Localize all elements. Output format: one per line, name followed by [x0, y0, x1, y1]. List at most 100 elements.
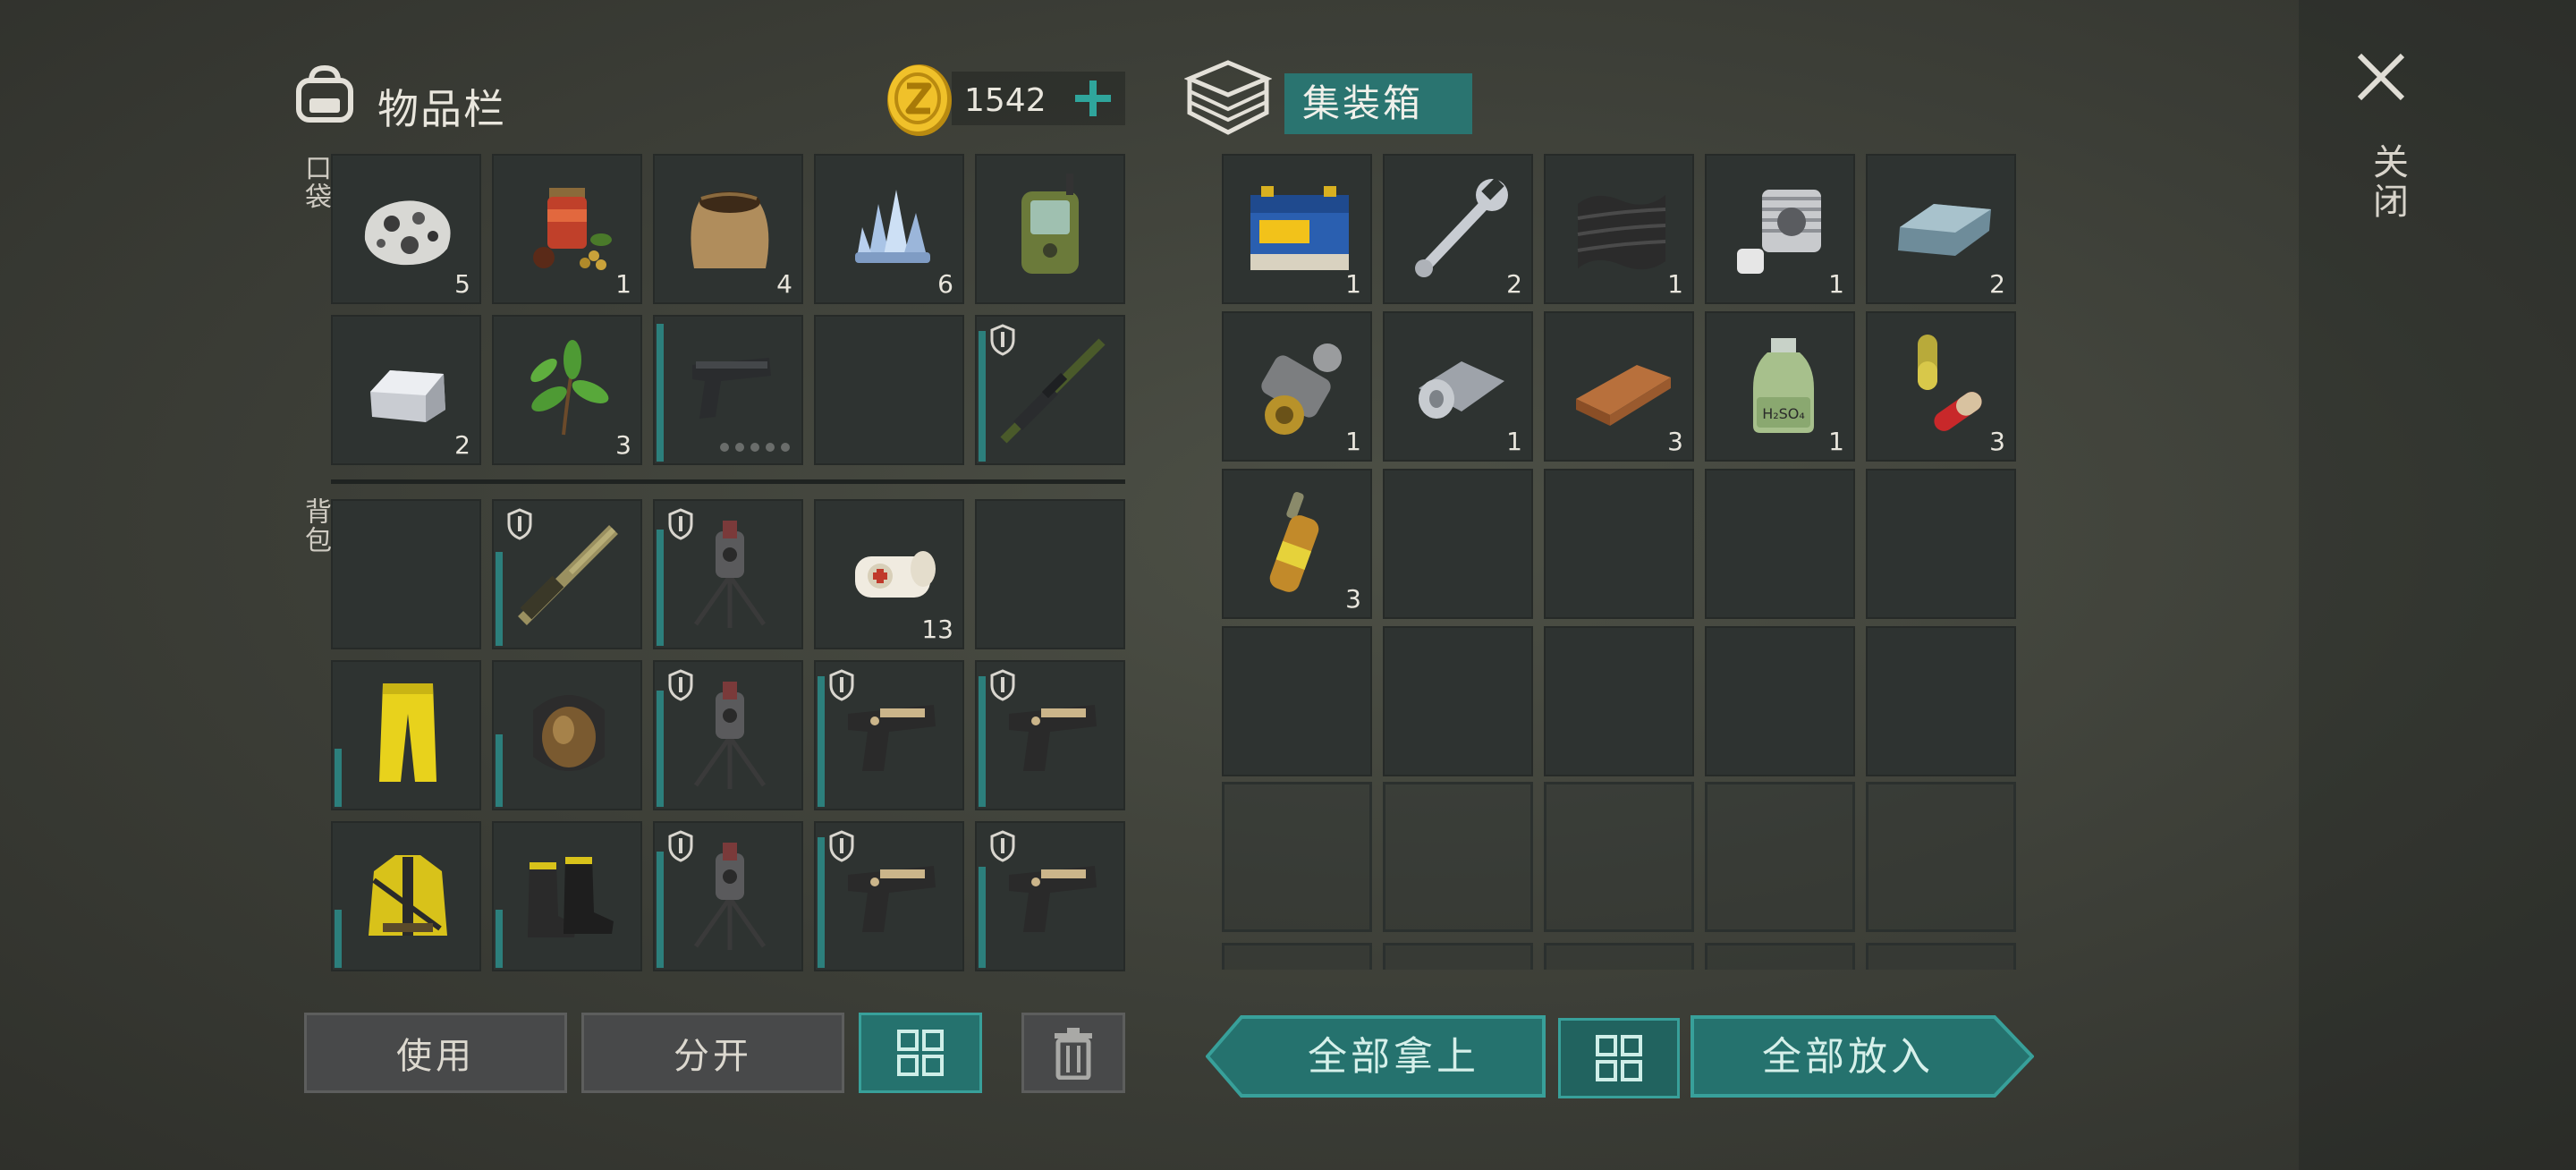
item-slot[interactable]: 1 — [1705, 154, 1855, 304]
shield-icon — [829, 830, 854, 862]
item-count: 1 — [1828, 427, 1844, 456]
locked-slot — [1705, 782, 1855, 932]
item-count: 3 — [1667, 427, 1683, 456]
item-slot[interactable] — [653, 660, 803, 810]
gps-device-icon — [1021, 174, 1079, 274]
item-slot[interactable] — [492, 499, 642, 649]
grid-icon — [897, 1030, 944, 1076]
add-coins-button[interactable] — [1066, 72, 1120, 125]
item-count: 2 — [1506, 269, 1522, 299]
locked-slot — [1383, 782, 1533, 932]
durability-bar — [496, 734, 503, 807]
herb-leaves-icon — [530, 340, 609, 436]
item-slot[interactable] — [814, 660, 964, 810]
item-slot[interactable]: 3 — [1222, 469, 1372, 619]
item-count: 1 — [1828, 269, 1844, 299]
item-slot[interactable] — [492, 821, 642, 971]
delete-button[interactable] — [1021, 1013, 1125, 1093]
item-slot[interactable]: 2 — [331, 315, 481, 465]
durability-bar — [657, 530, 664, 646]
shield-icon — [990, 324, 1015, 356]
empty-slot[interactable] — [1705, 469, 1855, 619]
shield-icon — [507, 508, 532, 540]
item-slot[interactable]: 2 — [1383, 154, 1533, 304]
empty-slot[interactable] — [1866, 469, 2016, 619]
container-title: 集装箱 — [1284, 73, 1472, 134]
empty-slot[interactable] — [1544, 626, 1694, 776]
item-slot[interactable]: 6 — [814, 154, 964, 304]
empty-slot[interactable] — [814, 315, 964, 465]
item-slot[interactable]: 5 — [331, 154, 481, 304]
sort-container-button[interactable] — [1558, 1018, 1680, 1098]
pocket-label: 口袋 — [300, 154, 331, 211]
item-slot[interactable] — [975, 315, 1125, 465]
item-slot[interactable]: 13 — [814, 499, 964, 649]
durability-bar — [496, 552, 503, 646]
item-slot[interactable]: 1 — [1383, 311, 1533, 462]
empty-slot[interactable] — [1544, 469, 1694, 619]
item-slot[interactable]: 1 — [1222, 311, 1372, 462]
take-all-button[interactable]: 全部拿上 — [1206, 1014, 1546, 1098]
durability-bar — [657, 691, 664, 807]
empty-slot[interactable] — [1383, 626, 1533, 776]
coin-icon — [887, 64, 952, 136]
sort-inventory-button[interactable] — [859, 1013, 982, 1093]
item-count: 1 — [1667, 269, 1683, 299]
capsule-icon — [1918, 335, 1982, 431]
close-label[interactable]: 关闭 — [2361, 143, 2413, 222]
put-all-label: 全部放入 — [1762, 1034, 1934, 1080]
chemical-bottle-icon: H₂SO₄ — [1753, 338, 1814, 433]
item-slot[interactable] — [975, 154, 1125, 304]
item-slot[interactable] — [331, 660, 481, 810]
empty-slot[interactable] — [1383, 469, 1533, 619]
backpack-grid: 13 — [331, 499, 1125, 971]
item-slot[interactable] — [492, 660, 642, 810]
item-slot[interactable]: 1 — [1222, 154, 1372, 304]
item-slot[interactable]: 3 — [492, 315, 642, 465]
empty-slot[interactable] — [1866, 626, 2016, 776]
item-count: 5 — [454, 269, 470, 299]
split-button[interactable]: 分开 — [581, 1013, 844, 1093]
empty-slot[interactable] — [331, 499, 481, 649]
item-slot[interactable]: 1 — [492, 154, 642, 304]
durability-bar — [657, 852, 664, 968]
item-count: 1 — [1345, 427, 1361, 456]
item-count: 3 — [1989, 427, 2005, 456]
item-slot[interactable] — [331, 821, 481, 971]
steel-bar-icon — [1898, 204, 1991, 256]
gear-spring-icon — [1261, 343, 1342, 435]
item-slot[interactable] — [975, 821, 1125, 971]
use-button[interactable]: 使用 — [304, 1013, 567, 1093]
durability-bar — [818, 676, 825, 807]
item-slot[interactable] — [975, 660, 1125, 810]
locked-slot — [1705, 943, 1855, 970]
shield-icon — [668, 669, 693, 701]
item-slot[interactable]: 2 — [1866, 154, 2016, 304]
item-slot[interactable]: H₂SO₄ 1 — [1705, 311, 1855, 462]
pistol-icon — [692, 358, 771, 419]
item-slot[interactable] — [653, 315, 803, 465]
item-slot[interactable] — [653, 499, 803, 649]
empty-slot[interactable] — [1705, 626, 1855, 776]
close-icon[interactable] — [2356, 52, 2406, 102]
item-slot[interactable]: 4 — [653, 154, 803, 304]
item-count: 3 — [615, 430, 631, 460]
stone-icon — [364, 200, 451, 266]
item-slot[interactable]: 1 — [1544, 154, 1694, 304]
item-slot[interactable]: 3 — [1866, 311, 2016, 462]
item-slot[interactable] — [814, 821, 964, 971]
item-slot[interactable]: 3 — [1544, 311, 1694, 462]
gas-mask-icon — [533, 695, 605, 771]
shield-icon — [990, 830, 1015, 862]
item-count: 6 — [937, 269, 953, 299]
shield-icon — [668, 830, 693, 862]
container-icon — [1184, 60, 1272, 135]
item-slot[interactable] — [653, 821, 803, 971]
empty-slot[interactable] — [975, 499, 1125, 649]
empty-slot[interactable] — [1222, 626, 1372, 776]
wrench-icon — [1415, 177, 1508, 277]
yellow-pants-icon — [379, 683, 436, 782]
put-all-button[interactable]: 全部放入 — [1690, 1014, 2034, 1098]
item-count: 2 — [1989, 269, 2005, 299]
locked-slot — [1383, 943, 1533, 970]
